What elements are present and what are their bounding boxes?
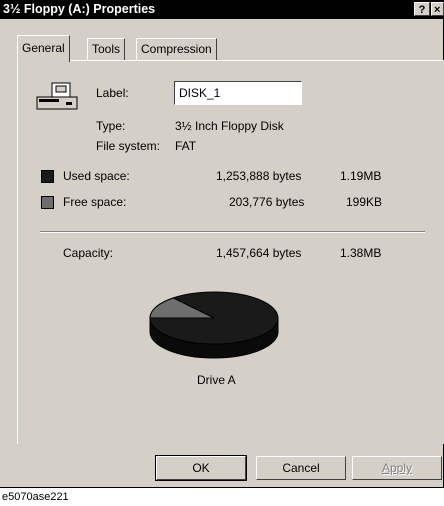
tab-compression-label: Compression — [141, 42, 212, 56]
apply-button[interactable]: Apply — [352, 456, 442, 480]
type-caption: Type: — [96, 119, 126, 133]
help-button[interactable]: ? — [414, 2, 430, 16]
tab-general[interactable]: General — [17, 35, 70, 62]
label-caption: Label: — [96, 86, 129, 100]
title-bar: 3½ Floppy (A:) Properties ? × — [0, 0, 444, 19]
used-space-size: 1.19MB — [340, 169, 382, 183]
free-space-swatch — [41, 196, 54, 209]
tab-tools-label: Tools — [92, 42, 121, 56]
properties-dialog: 3½ Floppy (A:) Properties ? × General To… — [0, 0, 444, 488]
ok-button[interactable]: OK — [155, 455, 247, 481]
window-title: 3½ Floppy (A:) Properties — [3, 2, 156, 16]
disk-usage-pie — [149, 291, 279, 359]
capacity-size: 1.38MB — [340, 246, 382, 260]
tab-general-label: General — [22, 41, 65, 55]
free-space-bytes: 203,776 bytes — [229, 195, 305, 209]
tab-tools[interactable]: Tools — [87, 38, 126, 61]
capacity-bytes: 1,457,664 bytes — [216, 246, 302, 260]
tab-compression[interactable]: Compression — [136, 38, 217, 61]
cancel-button-label: Cancel — [282, 461, 320, 475]
used-space-swatch — [41, 170, 54, 183]
close-button[interactable]: × — [431, 2, 444, 16]
free-space-size: 199KB — [346, 195, 383, 209]
used-space-caption: Used space: — [63, 169, 130, 183]
cancel-button[interactable]: Cancel — [256, 456, 346, 480]
image-caption: e5070ase221 — [2, 491, 69, 503]
file-system-value: FAT — [175, 139, 197, 153]
capacity-caption: Capacity: — [63, 246, 114, 260]
separator — [40, 231, 425, 233]
floppy-drive-icon — [36, 82, 78, 110]
type-value: 3½ Inch Floppy Disk — [175, 119, 284, 133]
used-space-bytes: 1,253,888 bytes — [216, 169, 302, 183]
free-space-caption: Free space: — [63, 195, 127, 209]
drive-label: Drive A — [197, 373, 236, 387]
apply-button-label: Apply — [381, 461, 413, 475]
file-system-caption: File system: — [96, 139, 161, 153]
label-input[interactable]: DISK_1 — [174, 81, 302, 105]
ok-button-label: OK — [192, 461, 210, 475]
